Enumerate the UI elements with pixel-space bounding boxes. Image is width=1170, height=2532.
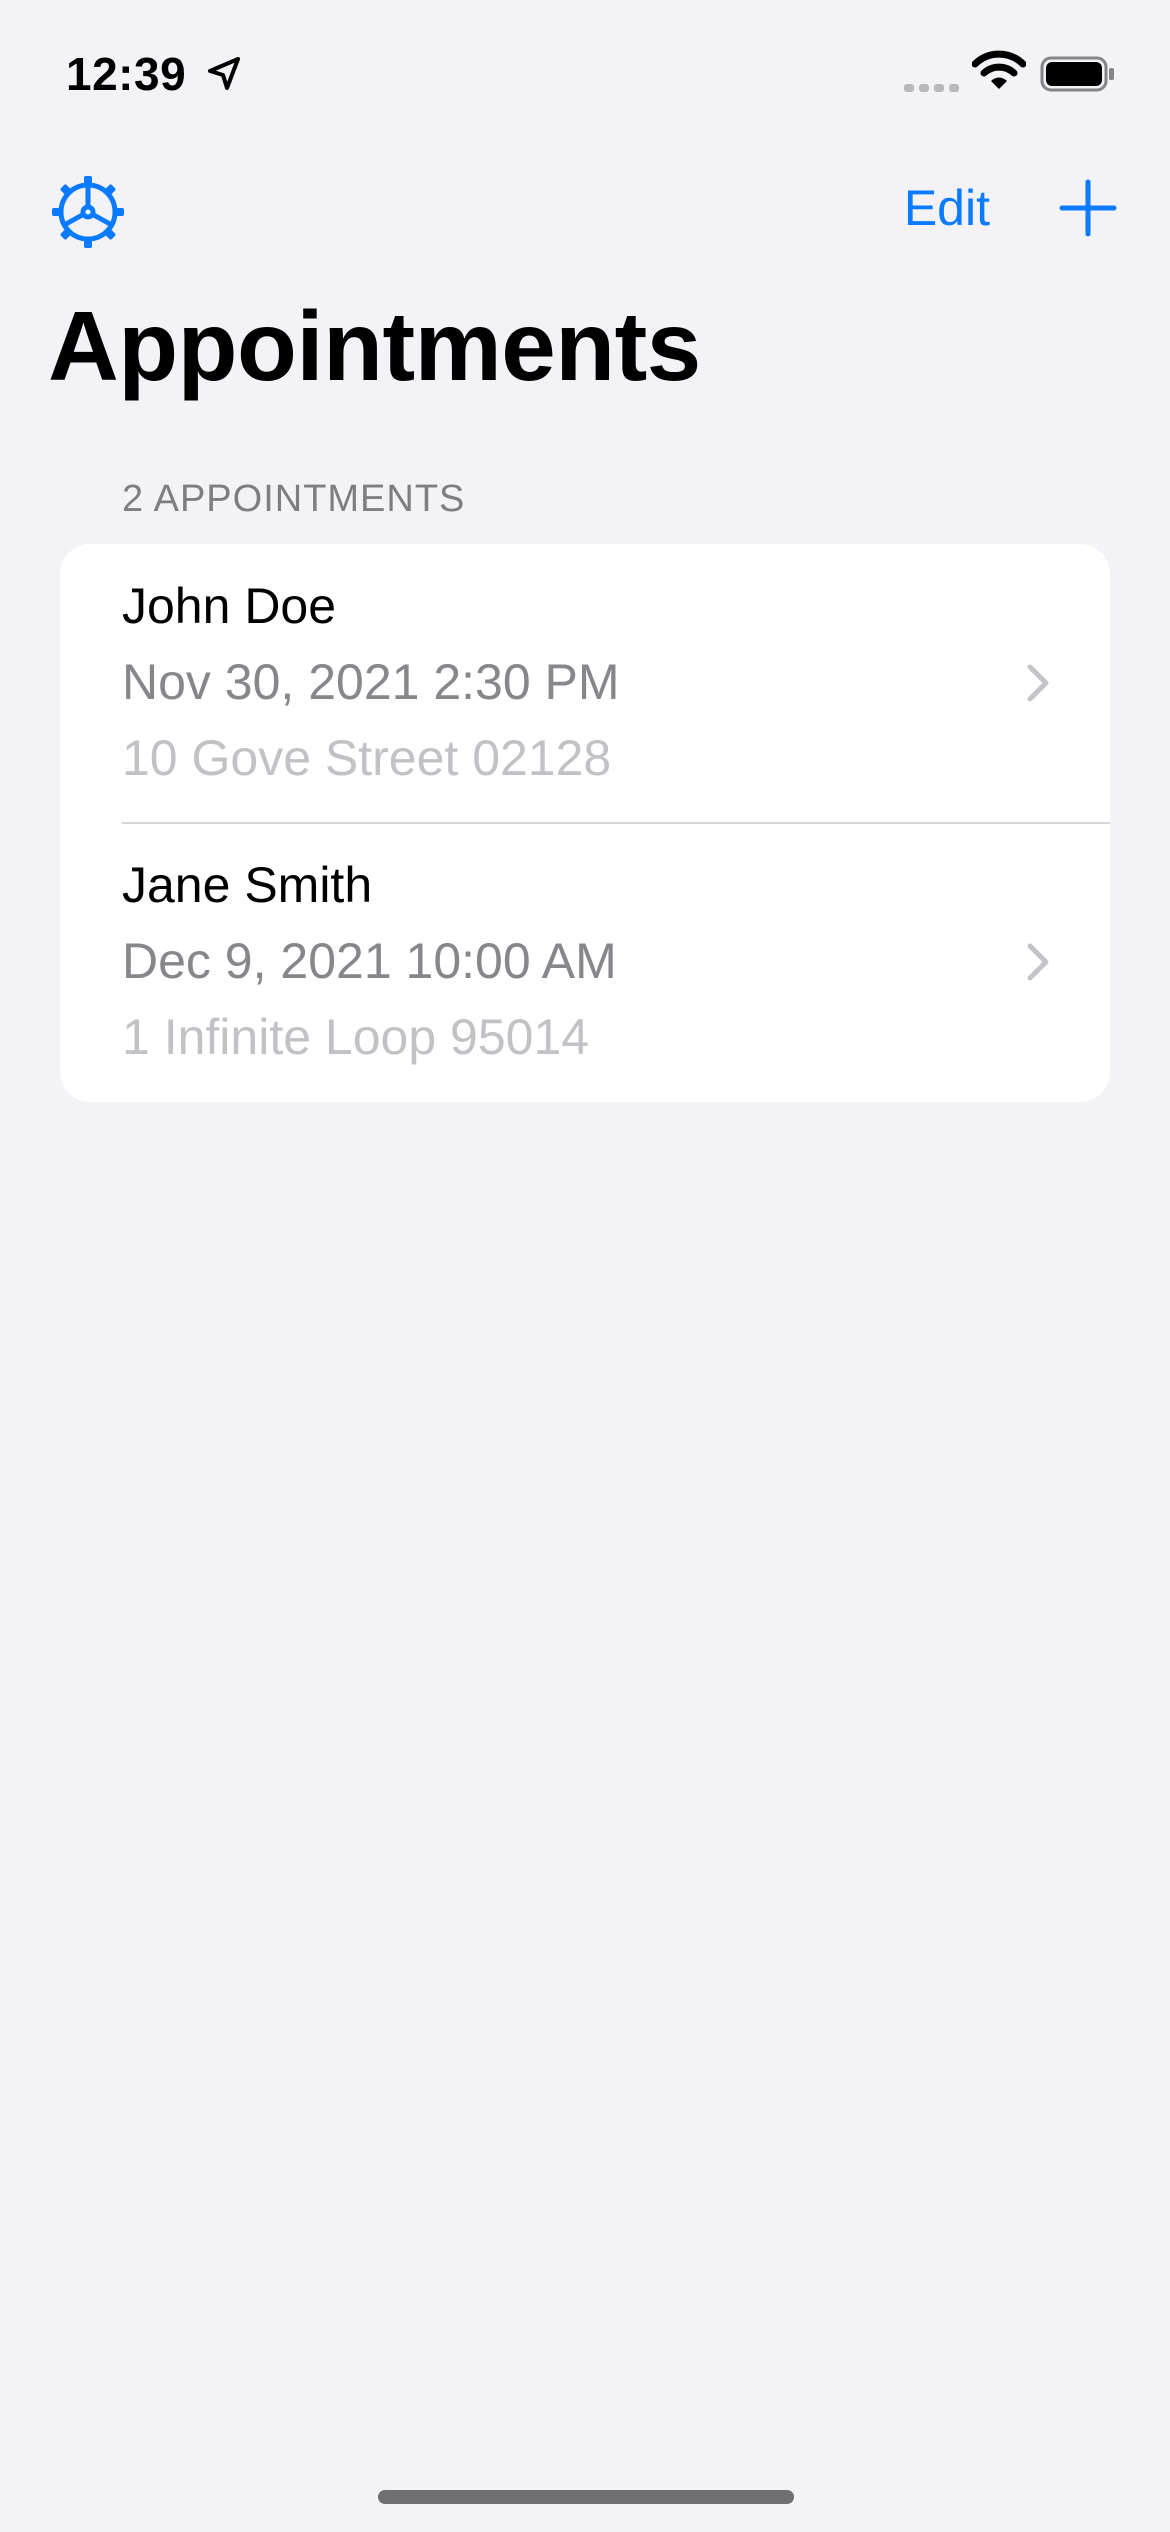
gear-icon	[48, 176, 128, 256]
appointment-datetime: Nov 30, 2021 2:30 PM	[122, 654, 620, 710]
status-time: 12:39	[66, 48, 187, 100]
plus-icon	[1058, 179, 1118, 242]
add-button[interactable]	[1058, 178, 1118, 238]
home-indicator[interactable]	[378, 2490, 794, 2504]
appointment-address: 10 Gove Street 02128	[122, 730, 612, 786]
location-arrow-icon	[204, 54, 244, 94]
status-bar: 12:39	[0, 0, 1170, 140]
section-header: 2 APPOINTMENTS	[122, 478, 466, 520]
wifi-icon	[971, 50, 1027, 92]
page-title: Appointments	[48, 291, 701, 401]
appointment-name: Jane Smith	[122, 857, 373, 913]
appointment-datetime: Dec 9, 2021 10:00 AM	[122, 933, 617, 989]
edit-button[interactable]: Edit	[904, 178, 990, 238]
cellular-signal-icon	[904, 80, 960, 94]
battery-icon	[1040, 56, 1116, 92]
appointment-row[interactable]: John Doe Nov 30, 2021 2:30 PM 10 Gove St…	[60, 544, 1110, 824]
appointment-row[interactable]: Jane Smith Dec 9, 2021 10:00 AM 1 Infini…	[60, 823, 1110, 1101]
settings-button[interactable]	[48, 172, 128, 252]
chevron-right-icon	[1024, 941, 1054, 983]
chevron-right-icon	[1024, 662, 1054, 704]
appointment-name: John Doe	[122, 578, 337, 634]
appointments-list: John Doe Nov 30, 2021 2:30 PM 10 Gove St…	[60, 544, 1110, 1102]
appointment-address: 1 Infinite Loop 95014	[122, 1009, 590, 1065]
